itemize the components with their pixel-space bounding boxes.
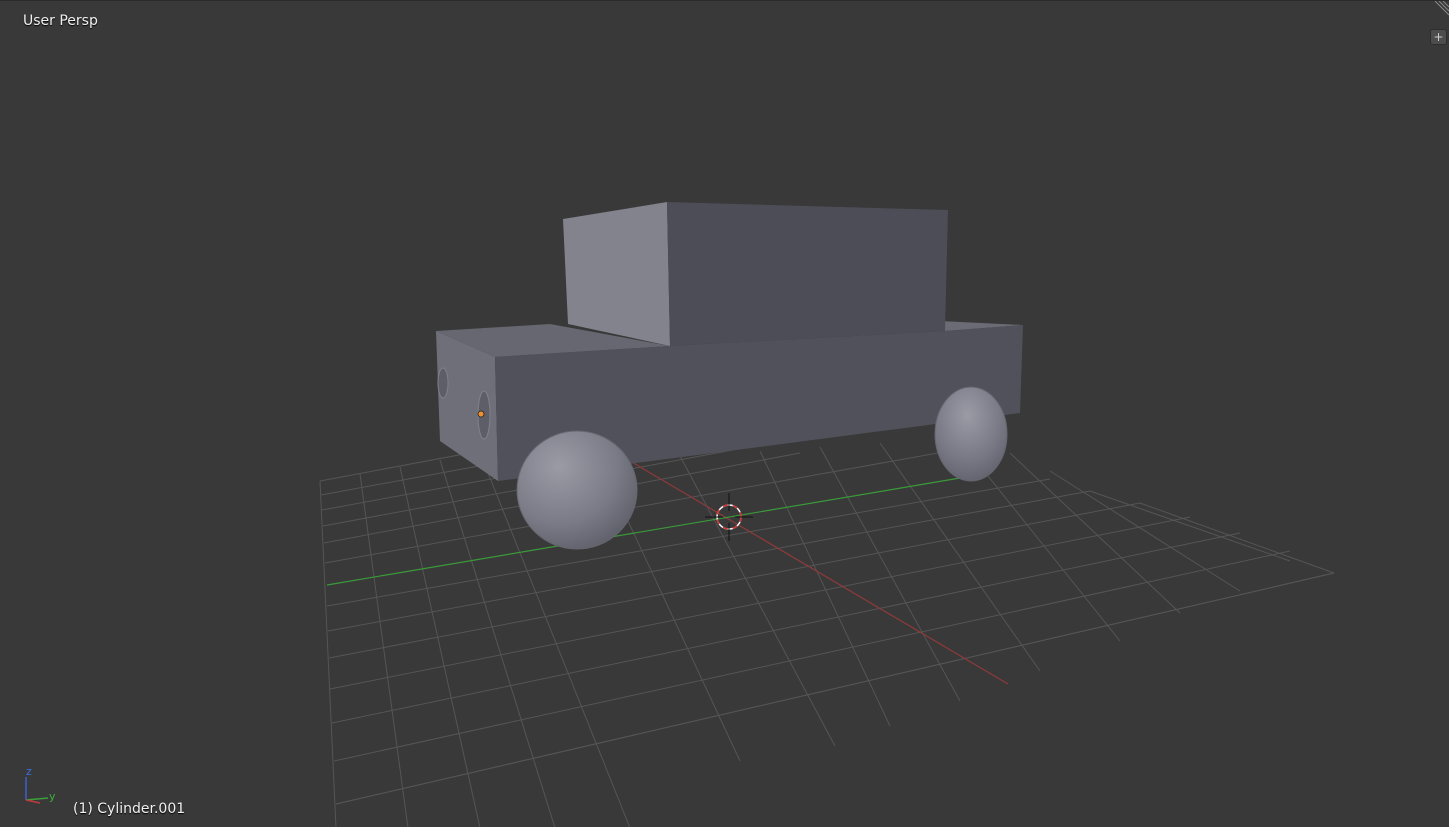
active-object-label: (1) Cylinder.001	[73, 801, 186, 817]
tail-light-left	[437, 367, 449, 399]
axis-gizmo-icon: z y	[25, 765, 56, 804]
scene-canvas[interactable]	[0, 1, 1449, 827]
area-split-corner-icon[interactable]	[1429, 1, 1449, 19]
3d-viewport[interactable]: User Persp + z y (1) Cylinder.001	[0, 0, 1449, 827]
y-axis-line	[326, 477, 961, 586]
add-region-button[interactable]: +	[1430, 29, 1447, 45]
view-name-label: User Persp	[23, 13, 98, 29]
front-wheel	[516, 430, 638, 550]
x-axis-line	[629, 460, 1009, 685]
gizmo-y-label: y	[49, 790, 56, 803]
rear-wheel	[934, 386, 1008, 482]
object-origin-icon	[477, 410, 485, 418]
grid-floor	[319, 420, 1335, 827]
gizmo-z-label: z	[26, 765, 32, 778]
